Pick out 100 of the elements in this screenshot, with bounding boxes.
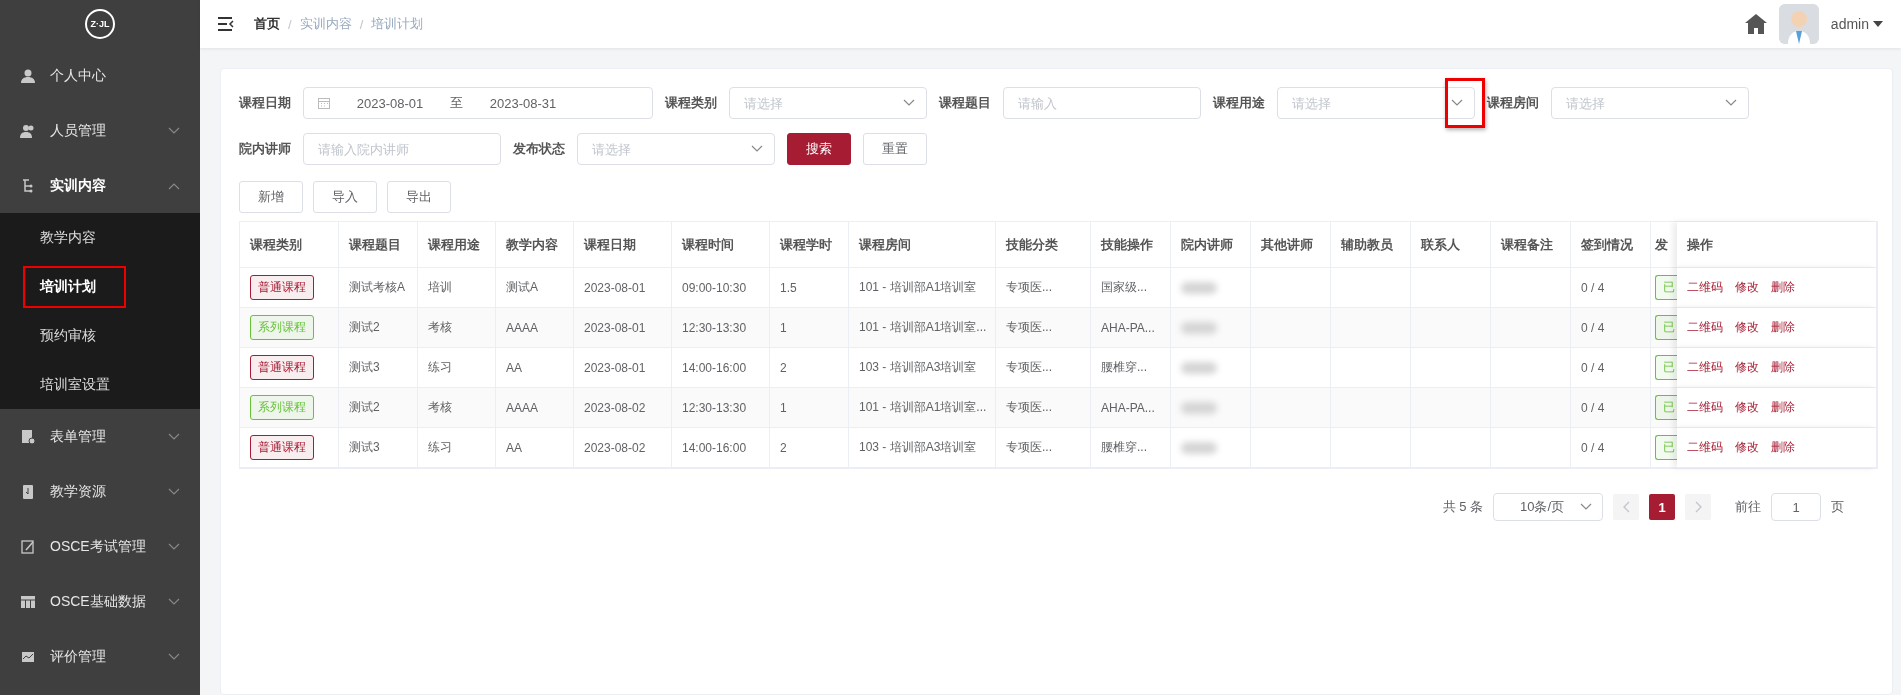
search-button[interactable]: 搜索 <box>787 133 851 165</box>
table-cell: 12:30-13:30 <box>672 308 770 348</box>
action-link[interactable]: 二维码 <box>1687 399 1723 416</box>
select-field[interactable]: 请选择 <box>1551 87 1749 119</box>
table-cell: AHA-PA... <box>1091 388 1171 428</box>
action-link[interactable]: 修改 <box>1735 399 1759 416</box>
page-input[interactable]: 1 <box>1771 493 1821 521</box>
redacted-name <box>1181 281 1217 294</box>
action-link[interactable]: 删除 <box>1771 439 1795 456</box>
page-size-select[interactable]: 10条/页 <box>1493 493 1603 521</box>
menu-icon[interactable] <box>218 17 234 31</box>
action-link[interactable]: 二维码 <box>1687 279 1723 296</box>
goto-label: 前往 <box>1735 498 1761 516</box>
submenu-item[interactable]: 培训室设置 <box>40 365 126 404</box>
column-header: 技能操作 <box>1091 222 1171 268</box>
submenu-item[interactable]: 教学内容 <box>40 218 112 257</box>
category-tag: 普通课程 <box>250 275 314 300</box>
next-page-button[interactable] <box>1685 494 1711 520</box>
table-cell: AHA-PA... <box>1091 308 1171 348</box>
column-header: 课程日期 <box>574 222 672 268</box>
column-header: 课程备注 <box>1491 222 1571 268</box>
toolbar-button[interactable]: 新增 <box>239 181 303 213</box>
select-field[interactable]: 请选择 <box>1277 87 1475 119</box>
column-header: 联系人 <box>1411 222 1491 268</box>
chevron-icon <box>1451 99 1463 107</box>
column-header: 辅助教员 <box>1331 222 1411 268</box>
menu-icon <box>20 538 36 555</box>
column-header: 院内讲师 <box>1171 222 1251 268</box>
column-header: 其他讲师 <box>1251 222 1331 268</box>
action-link[interactable]: 删除 <box>1771 279 1795 296</box>
menu-item[interactable]: 实训内容 <box>0 158 200 213</box>
table-cell: 练习 <box>418 428 496 468</box>
menu-item[interactable]: OSCE基础数据 <box>0 574 200 629</box>
chevron-icon <box>903 99 915 107</box>
chevron-icon <box>168 542 180 551</box>
table-cell: 0 / 4 <box>1571 388 1651 428</box>
column-header: 课程类别 <box>240 222 339 268</box>
menu-item[interactable]: OSCE考试管理 <box>0 519 200 574</box>
submenu-item[interactable]: 培训计划 <box>25 267 124 306</box>
menu-item[interactable]: 评价管理 <box>0 629 200 684</box>
table-cell: 测试3 <box>339 428 418 468</box>
menu-item[interactable]: 人员管理 <box>0 103 200 158</box>
user-menu[interactable]: admin <box>1830 16 1883 32</box>
table-cell: 腰椎穿... <box>1091 428 1171 468</box>
table-cell: 测试2 <box>339 308 418 348</box>
chevron-icon <box>751 145 763 153</box>
table-cell: 测试2 <box>339 388 418 428</box>
select-field[interactable]: 请选择 <box>729 87 927 119</box>
action-link[interactable]: 修改 <box>1735 359 1759 376</box>
column-header: 签到情况 <box>1571 222 1651 268</box>
table-cell: 考核 <box>418 308 496 348</box>
page-button[interactable]: 1 <box>1649 494 1675 520</box>
input-field[interactable]: 请输入院内讲师 <box>303 133 501 165</box>
input-field[interactable]: 请输入 <box>1003 87 1201 119</box>
menu-icon <box>20 483 36 500</box>
action-link[interactable]: 二维码 <box>1687 319 1723 336</box>
redacted-name <box>1181 321 1217 334</box>
toolbar-button[interactable]: 导出 <box>387 181 451 213</box>
table-cell: AAAA <box>496 388 574 428</box>
menu-item[interactable]: 表单管理 <box>0 409 200 464</box>
table-cell: 专项医... <box>996 388 1091 428</box>
column-header: 教学内容 <box>496 222 574 268</box>
table-cell: 2023-08-02 <box>574 428 672 468</box>
breadcrumb-separator: / <box>288 16 292 32</box>
action-link[interactable]: 修改 <box>1735 279 1759 296</box>
submenu-item[interactable]: 预约审核 <box>40 316 112 355</box>
menu-item[interactable]: 个人中心 <box>0 48 200 103</box>
chevron-icon <box>168 597 180 606</box>
table-cell: 14:00-16:00 <box>672 428 770 468</box>
home-icon[interactable] <box>1744 14 1767 34</box>
table-cell: 1 <box>770 308 849 348</box>
table-cell: 专项医... <box>996 428 1091 468</box>
table-cell: 2 <box>770 428 849 468</box>
toolbar-button[interactable]: 导入 <box>313 181 377 213</box>
action-link[interactable]: 删除 <box>1771 399 1795 416</box>
table-cell: 1 <box>770 388 849 428</box>
prev-page-button[interactable] <box>1613 494 1639 520</box>
action-link[interactable]: 删除 <box>1771 319 1795 336</box>
action-link[interactable]: 修改 <box>1735 439 1759 456</box>
action-link[interactable]: 修改 <box>1735 319 1759 336</box>
select-field[interactable]: 请选择 <box>577 133 775 165</box>
action-link[interactable]: 二维码 <box>1687 439 1723 456</box>
column-header: 课程时间 <box>672 222 770 268</box>
chevron-icon <box>168 487 180 496</box>
table-cell: 专项医... <box>996 308 1091 348</box>
column-header: 课程学时 <box>770 222 849 268</box>
category-tag: 普通课程 <box>250 355 314 380</box>
breadcrumb-item[interactable]: 首页 <box>254 15 280 33</box>
end-date: 2023-08-31 <box>488 95 558 111</box>
reset-button[interactable]: 重置 <box>863 133 927 165</box>
menu-icon <box>20 122 36 139</box>
range-separator: 至 <box>450 94 463 112</box>
caret-icon <box>1873 21 1883 27</box>
action-link[interactable]: 二维码 <box>1687 359 1723 376</box>
menu-item[interactable]: 教学资源 <box>0 464 200 519</box>
date-range-field[interactable]: 2023-08-01 至 2023-08-31 <box>303 87 653 119</box>
table-cell: 101 - 培训部A1培训室... <box>849 388 996 428</box>
menu-icon <box>20 593 36 610</box>
action-link[interactable]: 删除 <box>1771 359 1795 376</box>
chevron-icon <box>168 652 180 661</box>
